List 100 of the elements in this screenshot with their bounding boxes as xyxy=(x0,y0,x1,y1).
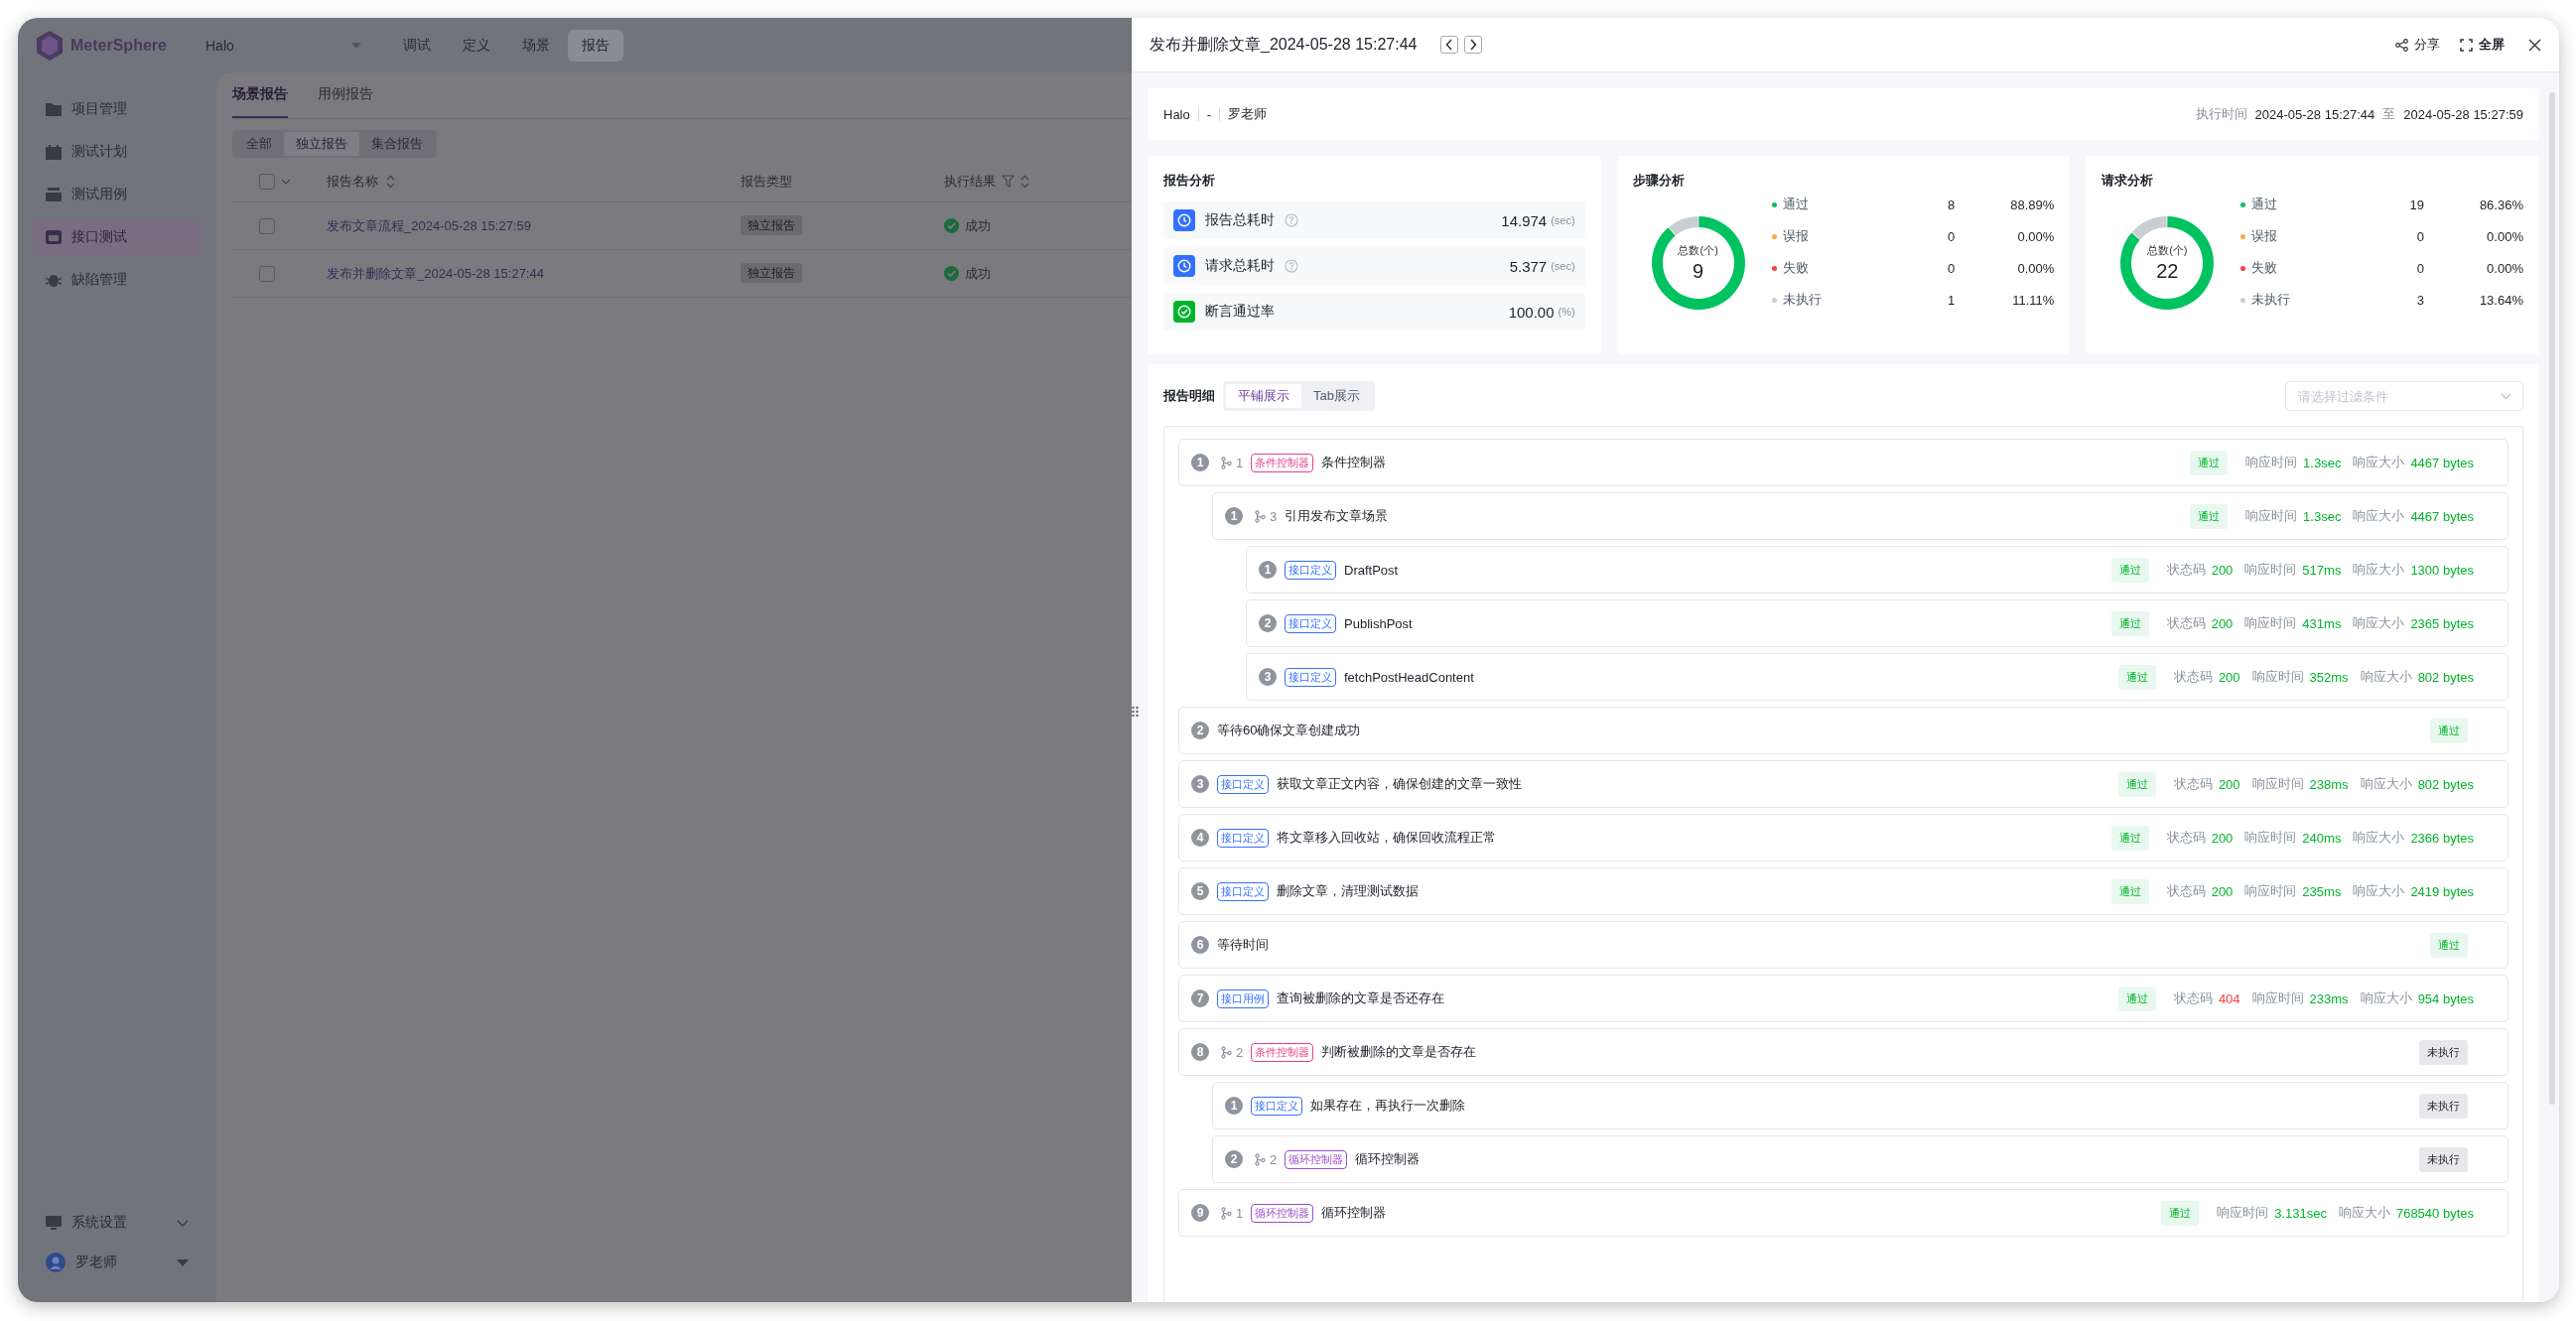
status-tag: 通过 xyxy=(2117,664,2156,690)
metric-label: 响应时间 xyxy=(2244,614,2297,632)
close-icon[interactable] xyxy=(2528,38,2541,52)
metric-label: 响应大小 xyxy=(2360,668,2412,686)
sort-icon[interactable] xyxy=(1020,174,1029,189)
step-row[interactable]: 1 接口定义 如果存在，再执行一次删除 未执行 xyxy=(1212,1082,2508,1129)
bug-icon xyxy=(46,272,62,288)
metric-label: 响应大小 xyxy=(2353,561,2405,579)
metric-label: 状态码 xyxy=(2166,614,2206,632)
step-type-tag: 接口定义 xyxy=(1217,774,1269,794)
view-tab[interactable]: Tab展示 xyxy=(1301,384,1372,408)
step-row[interactable]: 2 2 循环控制器 循环控制器 未执行 xyxy=(1212,1135,2508,1183)
report-tab[interactable]: 场景报告 xyxy=(232,72,288,118)
metric-label: 响应时间 xyxy=(2244,829,2297,847)
view-tab[interactable]: 平铺展示 xyxy=(1226,384,1301,408)
legend-label: 通过 xyxy=(1782,196,1810,213)
report-tab[interactable]: 用例报告 xyxy=(318,72,373,118)
step-row[interactable]: 9 1 循环控制器 循环控制器 通过 响应时间 3.131sec 响应大小 768540 bytes xyxy=(1178,1189,2508,1237)
step-name: 循环控制器 xyxy=(1355,1150,1421,1168)
scrollbar[interactable] xyxy=(2549,92,2555,1105)
metric-unit: (%) xyxy=(1558,306,1575,318)
chevron-icon xyxy=(2501,393,2511,400)
clock-icon xyxy=(1173,255,1195,277)
total-label: 总数(个) xyxy=(2147,243,2188,258)
metric-label: 状态码 xyxy=(2173,775,2213,793)
step-index: 9 xyxy=(1191,1204,1209,1222)
project-name: Halo xyxy=(1163,106,1190,122)
metric-label: 响应时间 xyxy=(2251,668,2304,686)
metric-value: 954 bytes xyxy=(2417,991,2474,1006)
metric-label: 响应大小 xyxy=(2353,454,2405,471)
filter-option[interactable]: 独立报告 xyxy=(284,132,359,156)
step-type-tag: 接口定义 xyxy=(1285,667,1336,687)
step-row[interactable]: 4 接口定义 将文章移入回收站，确保回收流程正常 通过 状态码 200 响应时间 240ms 响应大小 2366 bytes xyxy=(1178,814,2508,861)
step-name: 删除文章，清理测试数据 xyxy=(1277,882,1419,900)
filter-icon[interactable] xyxy=(1002,175,1015,188)
metric-label: 响应大小 xyxy=(2353,829,2405,847)
step-row[interactable]: 3 接口定义 获取文章正文内容，确保创建的文章一致性 通过 状态码 200 响应时间 238ms 响应大小 802 bytes xyxy=(1178,760,2508,808)
card-title: 请求分析 xyxy=(2101,172,2155,190)
drag-handle-icon[interactable] xyxy=(1132,706,1139,718)
row-checkbox[interactable] xyxy=(259,217,275,234)
metric-value: 200 xyxy=(2211,562,2234,578)
step-row[interactable]: 8 2 条件控制器 判断被删除的文章是否存在 未执行 xyxy=(1178,1028,2508,1076)
column-header: 报告名称 xyxy=(327,172,378,191)
step-row[interactable]: 1 1 条件控制器 条件控制器 通过 响应时间 1.3sec 响应大小 4467 bytes xyxy=(1178,439,2508,486)
sort-icon[interactable] xyxy=(386,174,395,189)
nav-tab[interactable]: 报告 xyxy=(568,29,623,62)
environment-text: - xyxy=(1206,106,1212,122)
select-all-checkbox[interactable] xyxy=(259,173,275,190)
result-text: 成功 xyxy=(965,216,991,235)
status-tag: 通过 xyxy=(2117,986,2156,1011)
metric-label: 响应时间 xyxy=(2217,1204,2269,1222)
step-row[interactable]: 3 接口定义 fetchPostHeadContent 通过 状态码 200 响应时间 352ms 响应大小 802 bytes xyxy=(1246,653,2508,701)
step-type-tag: 接口定义 xyxy=(1217,881,1269,901)
clock-icon xyxy=(1173,209,1195,231)
legend-count: 0 xyxy=(1947,228,1956,244)
step-row[interactable]: 2 接口定义 PublishPost 通过 状态码 200 响应时间 431ms 响应大小 2365 bytes xyxy=(1246,599,2508,647)
next-button[interactable] xyxy=(1464,36,1483,54)
folder-icon xyxy=(46,102,62,116)
step-type-tag: 条件控制器 xyxy=(1251,453,1314,472)
legend-count: 0 xyxy=(2415,260,2424,276)
metric-label: 响应时间 xyxy=(2244,561,2297,579)
chevron-icon xyxy=(177,1219,189,1227)
step-type-tag: 条件控制器 xyxy=(1251,1042,1314,1062)
filter-select[interactable]: 请选择过滤条件 xyxy=(2285,381,2523,411)
previous-button[interactable] xyxy=(1440,36,1459,54)
legend-label: 误报 xyxy=(2251,227,2279,245)
metric-value: 1.3sec xyxy=(2303,508,2342,524)
total-value: 9 xyxy=(1693,260,1704,283)
metric-value: 4467 bytes xyxy=(2410,508,2474,524)
row-checkbox[interactable] xyxy=(259,265,275,282)
help-icon[interactable] xyxy=(1285,213,1298,227)
step-row[interactable]: 6 等待时间 通过 xyxy=(1178,921,2508,969)
loop-count: 3 xyxy=(1270,508,1278,524)
fullscreen-button[interactable]: 全屏 xyxy=(2460,36,2505,54)
metric-value: 2419 bytes xyxy=(2410,883,2474,899)
success-icon xyxy=(944,266,959,281)
status-tag: 通过 xyxy=(2110,610,2149,636)
legend-percent: 0.00% xyxy=(2016,228,2055,244)
chevron-left-icon xyxy=(1445,39,1454,51)
step-index: 7 xyxy=(1191,990,1209,1007)
step-index: 5 xyxy=(1191,882,1209,900)
legend-percent: 13.64% xyxy=(2478,292,2523,308)
status-tag: 通过 xyxy=(2430,718,2468,743)
share-icon xyxy=(2395,38,2408,52)
step-row[interactable]: 1 3 引用发布文章场景 通过 响应时间 1.3sec 响应大小 4467 bytes xyxy=(1212,492,2508,540)
step-row[interactable]: 5 接口定义 删除文章，清理测试数据 通过 状态码 200 响应时间 235ms 响应大小 2419 bytes xyxy=(1178,867,2508,915)
status-tag: 未执行 xyxy=(2419,1039,2468,1065)
metric-unit: (sec) xyxy=(1551,260,1575,272)
step-row[interactable]: 7 接口用例 查询被删除的文章是否还存在 通过 状态码 404 响应时间 233ms 响应大小 954 bytes xyxy=(1178,975,2508,1022)
column-header: 报告类型 xyxy=(741,173,792,189)
chevron-right-icon xyxy=(1469,39,1478,51)
help-icon[interactable] xyxy=(1285,259,1298,273)
share-button[interactable]: 分享 xyxy=(2395,36,2440,54)
metric-label: 响应时间 xyxy=(2251,990,2304,1007)
metric-value: 14.974 xyxy=(1501,211,1548,229)
step-row[interactable]: 2 等待60确保文章创建成功 通过 xyxy=(1178,707,2508,754)
card-title: 报告明细 xyxy=(1163,387,1215,405)
status-tag: 未执行 xyxy=(2419,1093,2468,1119)
step-row[interactable]: 1 接口定义 DraftPost 通过 状态码 200 响应时间 517ms 响应大小 1300 bytes xyxy=(1246,546,2508,594)
monitor-icon xyxy=(46,1215,62,1231)
